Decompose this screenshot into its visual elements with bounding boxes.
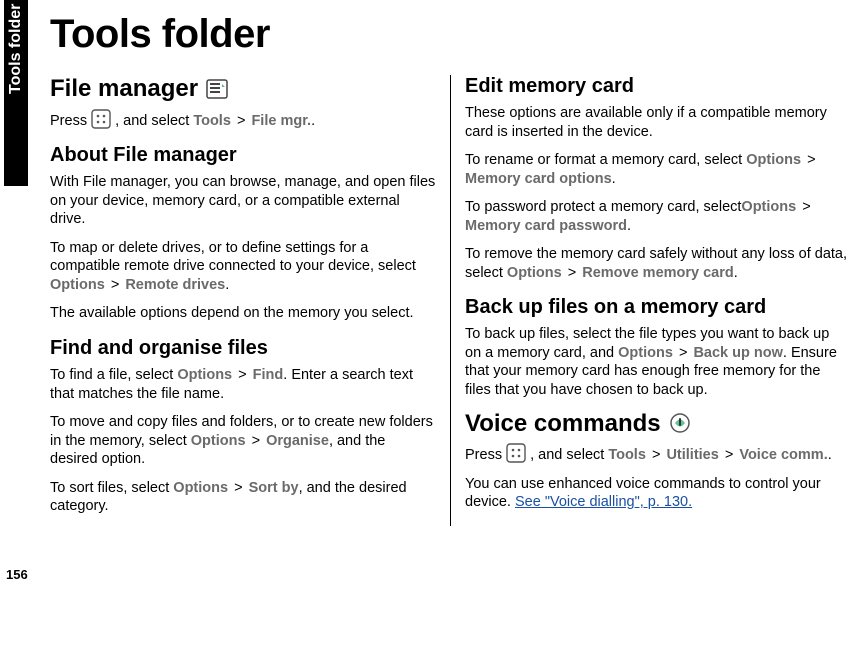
menu-path-voice-comm: Voice comm. bbox=[739, 447, 827, 463]
page-title: Tools folder bbox=[50, 12, 852, 57]
text: , and select bbox=[530, 447, 608, 463]
find-p1: To find a file, select Options > Find. E… bbox=[50, 366, 436, 403]
separator-icon: > bbox=[677, 345, 689, 361]
right-column: Edit memory card These options are avail… bbox=[451, 75, 852, 526]
menu-path-options: Options bbox=[746, 152, 801, 168]
content-area: Tools folder File manager bbox=[50, 12, 852, 650]
find-heading: Find and organise files bbox=[50, 337, 436, 360]
text: To rename or format a memory card, selec… bbox=[465, 152, 746, 168]
voice-dialling-link[interactable]: See "Voice dialling", p. 130. bbox=[515, 494, 692, 510]
text: To password protect a memory card, selec… bbox=[465, 199, 741, 215]
edit-p3: To password protect a memory card, selec… bbox=[465, 198, 848, 235]
text: To sort files, select bbox=[50, 480, 173, 496]
menu-path-organise: Organise bbox=[266, 433, 329, 449]
menu-path-options: Options bbox=[177, 367, 232, 383]
menu-path-memory-card-password: Memory card password bbox=[465, 218, 627, 234]
voice-commands-heading: Voice commands bbox=[465, 410, 848, 438]
text: . bbox=[612, 171, 616, 187]
page-number: 156 bbox=[6, 567, 28, 582]
text: Press bbox=[465, 447, 506, 463]
menu-path-options: Options bbox=[507, 265, 562, 281]
separator-icon: > bbox=[805, 152, 817, 168]
menu-path-options: Options bbox=[741, 199, 796, 215]
find-p3: To sort files, select Options > Sort by,… bbox=[50, 479, 436, 516]
menu-path-find: Find bbox=[253, 367, 284, 383]
about-fm-heading: About File manager bbox=[50, 144, 436, 167]
edit-p4: To remove the memory card safely without… bbox=[465, 245, 848, 282]
menu-path-filemgr: File mgr. bbox=[251, 113, 311, 129]
menu-path-options: Options bbox=[191, 433, 246, 449]
text: To find a file, select bbox=[50, 367, 177, 383]
separator-icon: > bbox=[232, 480, 244, 496]
menu-path-sort-by: Sort by bbox=[249, 480, 299, 496]
menu-path-back-up-now: Back up now bbox=[693, 345, 782, 361]
edit-p1: These options are available only if a co… bbox=[465, 104, 848, 141]
edit-p2: To rename or format a memory card, selec… bbox=[465, 151, 848, 188]
separator-icon: > bbox=[650, 447, 662, 463]
separator-icon: > bbox=[250, 433, 262, 449]
separator-icon: > bbox=[723, 447, 735, 463]
menu-path-remove-memory-card: Remove memory card bbox=[582, 265, 734, 281]
columns: File manager Press bbox=[50, 75, 852, 526]
file-manager-heading-text: File manager bbox=[50, 75, 198, 103]
voice-commands-icon bbox=[669, 412, 691, 434]
fm-press-line: Press , and select Tools > File mgr.. bbox=[50, 109, 436, 131]
file-manager-icon bbox=[206, 78, 228, 100]
menu-path-options: Options bbox=[50, 277, 105, 293]
menu-path-tools: Tools bbox=[608, 447, 646, 463]
separator-icon: > bbox=[235, 113, 247, 129]
separator-icon: > bbox=[236, 367, 248, 383]
menu-path-tools: Tools bbox=[193, 113, 231, 129]
text: . bbox=[311, 113, 315, 129]
menu-path-options: Options bbox=[618, 345, 673, 361]
text: . bbox=[734, 265, 738, 281]
about-fm-p1: With File manager, you can browse, manag… bbox=[50, 173, 436, 229]
text: . bbox=[828, 447, 832, 463]
about-fm-p2: To map or delete drives, or to define se… bbox=[50, 239, 436, 295]
separator-icon: > bbox=[566, 265, 578, 281]
page: Tools folder 156 Tools folder File manag… bbox=[0, 0, 860, 650]
voice-p2: You can use enhanced voice commands to c… bbox=[465, 475, 848, 512]
file-manager-heading: File manager bbox=[50, 75, 436, 103]
separator-icon: > bbox=[800, 199, 812, 215]
left-column: File manager Press bbox=[50, 75, 451, 526]
text: . bbox=[225, 277, 229, 293]
voice-commands-heading-text: Voice commands bbox=[465, 410, 661, 438]
text: Press bbox=[50, 113, 91, 129]
text: . bbox=[627, 218, 631, 234]
menu-key-icon bbox=[506, 443, 526, 463]
backup-heading: Back up files on a memory card bbox=[465, 296, 848, 319]
menu-path-options: Options bbox=[173, 480, 228, 496]
menu-path-remote-drives: Remote drives bbox=[125, 277, 225, 293]
find-p2: To move and copy files and folders, or t… bbox=[50, 413, 436, 469]
menu-path-memory-card-options: Memory card options bbox=[465, 171, 612, 187]
backup-p1: To back up files, select the file types … bbox=[465, 325, 848, 399]
side-tab: Tools folder bbox=[4, 0, 28, 186]
text: To map or delete drives, or to define se… bbox=[50, 240, 416, 275]
voice-p1: Press , and select Tools > Utilities > V… bbox=[465, 443, 848, 465]
separator-icon: > bbox=[109, 277, 121, 293]
about-fm-p3: The available options depend on the memo… bbox=[50, 304, 436, 323]
edit-memory-heading: Edit memory card bbox=[465, 75, 848, 98]
menu-path-utilities: Utilities bbox=[666, 447, 718, 463]
text: , and select bbox=[115, 113, 193, 129]
menu-key-icon bbox=[91, 109, 111, 129]
